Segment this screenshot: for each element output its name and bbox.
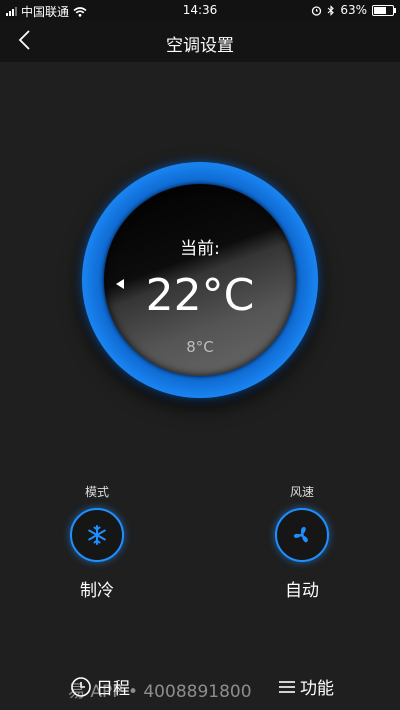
status-right: 63%	[311, 3, 396, 17]
fan-icon	[293, 527, 308, 543]
fan-button[interactable]	[275, 508, 329, 562]
temperature-dial[interactable]: 当前: 22°C 8°C	[82, 162, 318, 398]
bluetooth-icon	[327, 4, 335, 16]
clock-icon	[71, 676, 91, 697]
fan-caption: 风速	[289, 485, 314, 499]
nav-bar: 空调设置	[0, 20, 400, 62]
mode-control: 模式 制冷	[57, 483, 137, 601]
current-temperature: 22°C	[145, 270, 255, 321]
alarm-icon	[312, 5, 322, 16]
tab-functions-label: 功能	[300, 679, 334, 699]
page-title: 空调设置	[166, 36, 234, 56]
tab-functions[interactable]: 功能	[278, 674, 334, 699]
tab-schedule-label: 日程	[96, 679, 130, 699]
fan-value: 自动	[285, 581, 319, 601]
battery-icon	[372, 4, 396, 16]
mode-button[interactable]	[70, 508, 124, 562]
set-temperature: 8°C	[186, 338, 214, 356]
menu-icon	[279, 680, 295, 693]
bottom-bar: 日程 功能	[0, 660, 400, 710]
status-bar: 中国联通 14:36 63%	[0, 0, 400, 20]
tab-schedule[interactable]: 日程	[70, 674, 130, 699]
snowflake-icon	[88, 525, 106, 545]
battery-percent: 63%	[340, 3, 367, 17]
fan-control: 风速 自动	[262, 483, 342, 601]
mode-value: 制冷	[80, 581, 114, 601]
mode-caption: 模式	[84, 485, 109, 499]
current-label: 当前:	[180, 239, 220, 259]
